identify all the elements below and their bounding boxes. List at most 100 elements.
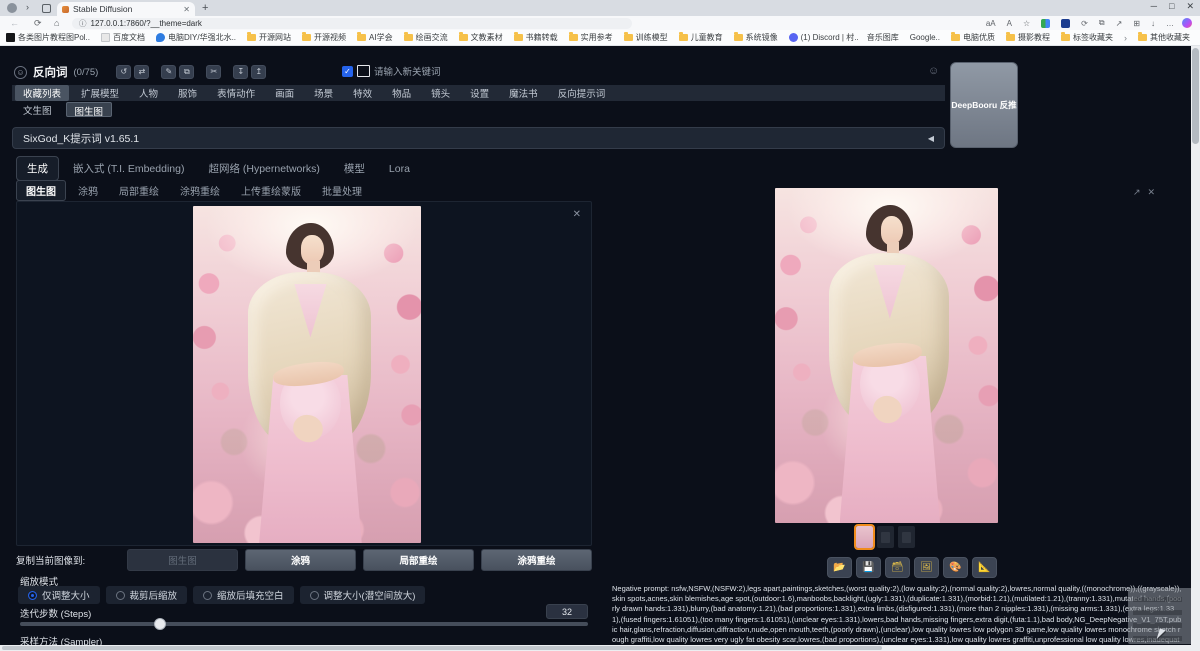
tab-img2img[interactable]: 图生图 bbox=[16, 180, 66, 201]
resize-latent-upscale[interactable]: 调整大小(潜空间放大) bbox=[300, 586, 426, 604]
font-size-icon[interactable]: aA bbox=[986, 19, 996, 28]
bookmark-item[interactable]: 系统镜像 bbox=[734, 32, 778, 43]
thumbnail-selected[interactable] bbox=[856, 526, 873, 548]
browser-tab[interactable]: Stable Diffusion ✕ bbox=[57, 2, 195, 16]
bookmark-item[interactable]: 绘画交流 bbox=[404, 32, 448, 43]
new-tab-button[interactable]: + bbox=[202, 2, 208, 14]
tab-embedding[interactable]: 嵌入式 (T.I. Embedding) bbox=[63, 157, 194, 180]
resize-fill[interactable]: 缩放后填充空白 bbox=[193, 586, 294, 604]
bookmark-item[interactable]: 电脑DIY/华强北水.. bbox=[156, 32, 236, 43]
fullscreen-icon[interactable]: ↗ bbox=[1133, 187, 1141, 198]
vertical-tabs-icon[interactable] bbox=[42, 4, 51, 13]
refresh-sync-icon[interactable]: ⟳ bbox=[1081, 19, 1088, 28]
keyword-input[interactable] bbox=[357, 65, 370, 77]
tab-inpaint-sketch[interactable]: 涂鸦重绘 bbox=[171, 181, 229, 200]
vertical-scrollbar-thumb[interactable] bbox=[1192, 48, 1199, 144]
extensions-icon[interactable] bbox=[1041, 19, 1050, 28]
tab-character[interactable]: 人物 bbox=[131, 85, 166, 101]
home-icon[interactable]: ⌂ bbox=[54, 18, 59, 28]
save-zip-icon[interactable]: 🗃 bbox=[885, 557, 910, 578]
emoji-icon[interactable]: ☺ bbox=[928, 65, 939, 77]
tab-inpaint-upload[interactable]: 上传重绘蒙版 bbox=[232, 181, 310, 200]
tab-search-icon[interactable]: › bbox=[26, 2, 29, 12]
vertical-scrollbar[interactable] bbox=[1191, 46, 1200, 645]
tab-img2img-mode[interactable]: 图生图 bbox=[66, 102, 113, 117]
copilot-icon[interactable] bbox=[1182, 18, 1192, 28]
split-screen-icon[interactable]: ⧉ bbox=[1099, 18, 1105, 28]
resize-crop[interactable]: 裁剪后缩放 bbox=[106, 586, 188, 604]
horizontal-scrollbar-thumb[interactable] bbox=[2, 646, 882, 650]
copy-to-sketch-button[interactable]: 涂鸦 bbox=[245, 549, 356, 571]
send-to-inpaint-icon[interactable]: 🎨 bbox=[943, 557, 968, 578]
extension-blue-icon[interactable] bbox=[1061, 19, 1070, 28]
other-favorites[interactable]: 其他收藏夹 bbox=[1138, 32, 1190, 43]
bookmark-item[interactable]: Google.. bbox=[910, 33, 940, 42]
open-folder-icon[interactable]: 📂 bbox=[827, 557, 852, 578]
collections-icon[interactable]: ⊞ bbox=[1133, 19, 1140, 28]
copy-to-inpaint-sketch-button[interactable]: 涂鸦重绘 bbox=[481, 549, 592, 571]
tab-items[interactable]: 物品 bbox=[384, 85, 419, 101]
bookmark-item[interactable]: AI学会 bbox=[357, 32, 393, 43]
tab-generate[interactable]: 生成 bbox=[16, 156, 59, 181]
bookmark-item[interactable]: 文教素材 bbox=[459, 32, 503, 43]
bookmark-item[interactable]: 各类图片教程图Pol.. bbox=[6, 32, 90, 43]
bookmark-item[interactable]: 开源网站 bbox=[247, 32, 291, 43]
close-gallery-icon[interactable]: ✕ bbox=[1148, 187, 1156, 198]
deepbooru-button[interactable]: DeepBooru 反推 bbox=[950, 62, 1018, 148]
horizontal-scrollbar[interactable] bbox=[0, 645, 1200, 651]
tab-favorites[interactable]: 收藏列表 bbox=[15, 85, 69, 101]
bookmark-item[interactable]: 书籍转载 bbox=[514, 32, 558, 43]
maximize-button[interactable]: □ bbox=[1169, 1, 1174, 12]
save-image-icon[interactable]: 💾 bbox=[856, 557, 881, 578]
bookmark-item[interactable]: 儿童教育 bbox=[679, 32, 723, 43]
source-image-dropzone[interactable]: ✕ bbox=[16, 201, 592, 546]
close-button[interactable]: ✕ bbox=[1186, 1, 1194, 12]
tab-magic-book[interactable]: 魔法书 bbox=[501, 85, 546, 101]
remove-image-icon[interactable]: ✕ bbox=[573, 209, 581, 220]
back-icon[interactable]: ← bbox=[10, 18, 19, 28]
thumbnail[interactable] bbox=[898, 526, 915, 548]
keyword-checkbox[interactable]: ✓ bbox=[342, 66, 353, 77]
bookmark-item[interactable]: 训练模型 bbox=[624, 32, 668, 43]
tab-camera[interactable]: 镜头 bbox=[423, 85, 458, 101]
bookmarks-overflow-icon[interactable]: › bbox=[1124, 33, 1127, 43]
bookmark-item[interactable]: (1) Discord | 村.. bbox=[789, 32, 859, 43]
bookmark-item[interactable]: 电脑优质 bbox=[951, 32, 995, 43]
bookmark-item[interactable]: 开源视频 bbox=[302, 32, 346, 43]
tab-txt2img[interactable]: 文生图 bbox=[15, 102, 60, 117]
favorite-star-icon[interactable]: ☆ bbox=[1023, 19, 1030, 28]
tab-batch[interactable]: 批量处理 bbox=[313, 181, 371, 200]
cut-icon[interactable]: ✂ bbox=[206, 65, 221, 79]
tab-sketch[interactable]: 涂鸦 bbox=[69, 181, 107, 200]
tab-clothing[interactable]: 服饰 bbox=[170, 85, 205, 101]
tab-extended-models[interactable]: 扩展模型 bbox=[73, 85, 127, 101]
export-icon[interactable]: ↥ bbox=[251, 65, 266, 79]
thumbnail[interactable] bbox=[877, 526, 894, 548]
copy-icon[interactable]: ⧉ bbox=[179, 65, 194, 79]
refresh-icon[interactable]: ⟳ bbox=[34, 18, 42, 29]
url-bar[interactable]: ⓘ 127.0.0.1:7860/?__theme=dark bbox=[72, 18, 632, 29]
bookmark-item[interactable]: 实用参考 bbox=[569, 32, 613, 43]
tab-inpaint[interactable]: 局部重绘 bbox=[110, 181, 168, 200]
more-menu-icon[interactable]: … bbox=[1166, 19, 1174, 28]
bookmark-item[interactable]: 音乐图库 bbox=[867, 32, 899, 43]
tab-models[interactable]: 模型 bbox=[334, 157, 375, 180]
edit-icon[interactable]: ✎ bbox=[161, 65, 176, 79]
slider-thumb[interactable] bbox=[154, 618, 166, 630]
steps-value[interactable]: 32 bbox=[546, 604, 588, 619]
read-aloud-icon[interactable]: A bbox=[1007, 19, 1012, 28]
tab-lora[interactable]: Lora bbox=[379, 159, 420, 179]
tab-picture[interactable]: 画面 bbox=[267, 85, 302, 101]
tab-expression[interactable]: 表情动作 bbox=[209, 85, 263, 101]
send-to-img2img-icon[interactable]: 🖼 bbox=[914, 557, 939, 578]
undo-icon[interactable]: ↺ bbox=[116, 65, 131, 79]
tab-settings[interactable]: 设置 bbox=[462, 85, 497, 101]
share-icon[interactable]: ↗ bbox=[1116, 19, 1123, 28]
tab-negative-prompts[interactable]: 反向提示词 bbox=[550, 85, 614, 101]
source-image[interactable] bbox=[193, 206, 421, 543]
profile-avatar-icon[interactable] bbox=[7, 3, 17, 13]
tab-effects[interactable]: 特效 bbox=[345, 85, 380, 101]
downloads-icon[interactable]: ↓ bbox=[1151, 19, 1155, 28]
bookmark-item[interactable]: 摄影教程 bbox=[1006, 32, 1050, 43]
bookmark-item[interactable]: 标签收藏夹 bbox=[1061, 32, 1113, 43]
